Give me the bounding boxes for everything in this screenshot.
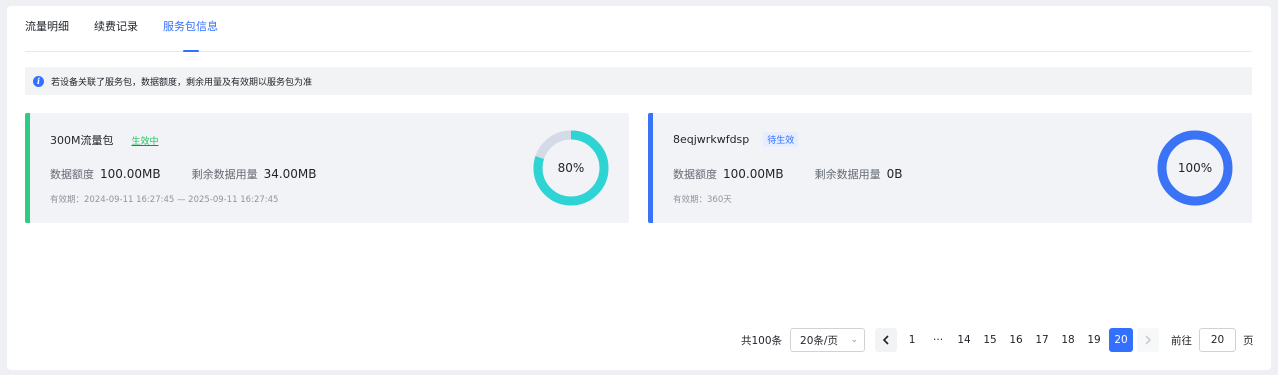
quota-value: 100.00MB	[723, 167, 784, 181]
chevron-down-icon: ⌄	[850, 335, 859, 345]
remain-value: 0B	[886, 167, 903, 181]
goto-label: 前往	[1171, 334, 1193, 347]
notice-text: 若设备关联了服务包，数据额度，剩余用量及有效期以服务包为准	[51, 77, 313, 88]
next-page-button[interactable]	[1137, 328, 1160, 352]
page-button[interactable]: 1	[901, 328, 923, 352]
validity-text: 有效期：360天	[673, 195, 732, 205]
tab-traffic-detail[interactable]: 流量明细	[25, 17, 69, 51]
page-suffix: 页	[1243, 334, 1254, 347]
validity-text: 有效期：2024-09-11 16:27:45 — 2025-09-11 16:…	[50, 195, 279, 205]
status-badge: 生效中	[131, 136, 159, 147]
page-button[interactable]: 16	[1005, 328, 1027, 352]
chevron-right-icon	[1145, 335, 1152, 345]
card-metrics: 数据额度 100.00MB 剩余数据用量 0B	[673, 166, 933, 182]
page-button[interactable]: 15	[979, 328, 1001, 352]
package-card-2: 8eqjwrkwfdsp 待生效 数据额度 100.00MB 剩余数据用量 0B…	[648, 113, 1252, 223]
package-name: 300M流量包	[50, 134, 114, 147]
page-ellipsis[interactable]: ···	[927, 328, 949, 352]
page-button[interactable]: 18	[1057, 328, 1079, 352]
page-button[interactable]: 19	[1083, 328, 1105, 352]
quota-label: 数据额度	[673, 168, 717, 181]
usage-ring: 100%	[1156, 129, 1234, 207]
notice-bar: i 若设备关联了服务包，数据额度，剩余用量及有效期以服务包为准	[25, 67, 1252, 95]
card-accent-bar	[648, 113, 653, 223]
info-icon: i	[33, 75, 44, 87]
page-button-current[interactable]: 20	[1109, 328, 1134, 352]
remain-label: 剩余数据用量	[814, 168, 881, 181]
usage-percent: 100%	[1177, 161, 1213, 175]
tab-bar: 流量明细 续费记录 服务包信息	[25, 6, 1252, 52]
quota-value: 100.00MB	[100, 167, 161, 181]
status-badge: 待生效	[763, 132, 799, 147]
pagination: 共100条 20条/页 ⌄ 1 ··· 14 15 16 17 18 19 20…	[741, 328, 1254, 352]
usage-ring: 80%	[532, 129, 610, 207]
page-button[interactable]: 17	[1031, 328, 1053, 352]
card-accent-bar	[25, 113, 30, 223]
service-package-panel: 流量明细 续费记录 服务包信息 i 若设备关联了服务包，数据额度，剩余用量及有效…	[7, 6, 1271, 370]
page-size-value: 20条/页	[800, 334, 838, 347]
package-name: 8eqjwrkwfdsp	[673, 133, 750, 146]
page-button[interactable]: 14	[953, 328, 975, 352]
page-size-select[interactable]: 20条/页 ⌄	[790, 328, 866, 352]
quota-label: 数据额度	[50, 168, 94, 181]
prev-page-button[interactable]	[875, 328, 898, 352]
total-count: 共100条	[741, 334, 783, 347]
chevron-left-icon	[882, 335, 889, 345]
remain-value: 34.00MB	[263, 167, 317, 181]
card-title: 8eqjwrkwfdsp 待生效	[673, 132, 799, 147]
tab-service-package[interactable]: 服务包信息	[163, 17, 218, 51]
remain-label: 剩余数据用量	[191, 168, 258, 181]
goto-page-input[interactable]: 20	[1199, 328, 1237, 352]
card-metrics: 数据额度 100.00MB 剩余数据用量 34.00MB	[50, 166, 348, 182]
package-card-1: 300M流量包 生效中 数据额度 100.00MB 剩余数据用量 34.00MB…	[25, 113, 629, 223]
tab-renewal-records[interactable]: 续费记录	[94, 17, 138, 51]
usage-percent: 80%	[557, 161, 585, 175]
card-title: 300M流量包 生效中	[50, 132, 163, 148]
